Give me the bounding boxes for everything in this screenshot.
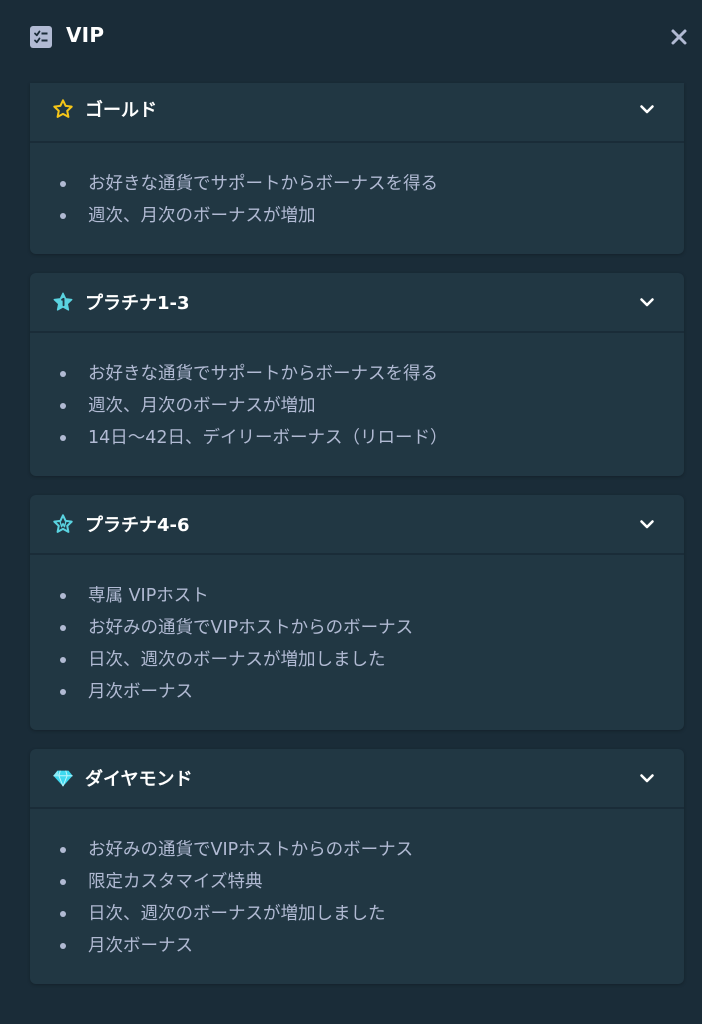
close-button[interactable] [666, 24, 692, 50]
benefit-item: 限定カスタマイズ特典 [30, 866, 684, 898]
tier-header-platinum-4-6[interactable]: プラチナ4-6 [30, 495, 684, 555]
chevron-down-icon[interactable] [638, 100, 656, 118]
tier-card-platinum-1-3: プラチナ1-3 お好きな通貨でサポートからボーナスを得る 週次、月次のボーナスが… [30, 273, 684, 476]
benefit-item: お好みの通貨でVIPホストからのボーナス [30, 612, 684, 644]
chevron-down-icon[interactable] [638, 293, 656, 311]
tier-header-platinum-1-3[interactable]: プラチナ1-3 [30, 273, 684, 333]
benefit-item: 月次ボーナス [30, 676, 684, 708]
tier-title: プラチナ4-6 [85, 515, 190, 536]
tier-title: ゴールド [85, 100, 157, 121]
benefit-item: お好きな通貨でサポートからボーナスを得る [30, 358, 684, 390]
benefit-item: 14日～42日、デイリーボーナス（リロード） [30, 422, 684, 454]
vip-tier-list[interactable]: ゴールド お好きな通貨でサポートからボーナスを得る 週次、月次のボーナスが増加 … [30, 83, 684, 1003]
platinum-star-outline-icon [52, 513, 74, 535]
benefit-item: 月次ボーナス [30, 930, 684, 962]
tier-card-diamond: ダイヤモンド お好みの通貨でVIPホストからのボーナス 限定カスタマイズ特典 日… [30, 749, 684, 984]
tier-benefits: お好みの通貨でVIPホストからのボーナス 限定カスタマイズ特典 日次、週次のボー… [30, 809, 684, 984]
tier-benefits: お好きな通貨でサポートからボーナスを得る 週次、月次のボーナスが増加 [30, 143, 684, 254]
benefit-item: 週次、月次のボーナスが増加 [30, 390, 684, 422]
chevron-down-icon[interactable] [638, 515, 656, 533]
chevron-down-icon[interactable] [638, 769, 656, 787]
tier-benefits: お好きな通貨でサポートからボーナスを得る 週次、月次のボーナスが増加 14日～4… [30, 333, 684, 476]
tier-header-gold[interactable]: ゴールド [30, 83, 684, 143]
star-outline-icon [52, 98, 74, 120]
benefit-item: 日次、週次のボーナスが増加しました [30, 898, 684, 930]
tier-header-diamond[interactable]: ダイヤモンド [30, 749, 684, 809]
tier-title: プラチナ1-3 [85, 293, 190, 314]
benefit-item: お好みの通貨でVIPホストからのボーナス [30, 834, 684, 866]
tier-card-platinum-4-6: プラチナ4-6 専属 VIPホスト お好みの通貨でVIPホストからのボーナス 日… [30, 495, 684, 730]
modal-title: VIP [66, 23, 105, 47]
benefit-item: 週次、月次のボーナスが増加 [30, 200, 684, 232]
platinum-star-icon [52, 291, 74, 313]
benefit-item: 日次、週次のボーナスが増加しました [30, 644, 684, 676]
vip-list-icon [30, 26, 52, 48]
diamond-icon [52, 767, 74, 789]
tier-benefits: 専属 VIPホスト お好みの通貨でVIPホストからのボーナス 日次、週次のボーナ… [30, 555, 684, 730]
tier-title: ダイヤモンド [85, 769, 193, 790]
close-icon[interactable] [666, 24, 692, 50]
modal-header: VIP [0, 0, 702, 72]
tier-card-gold: ゴールド お好きな通貨でサポートからボーナスを得る 週次、月次のボーナスが増加 [30, 83, 684, 254]
benefit-item: 専属 VIPホスト [30, 580, 684, 612]
benefit-item: お好きな通貨でサポートからボーナスを得る [30, 168, 684, 200]
